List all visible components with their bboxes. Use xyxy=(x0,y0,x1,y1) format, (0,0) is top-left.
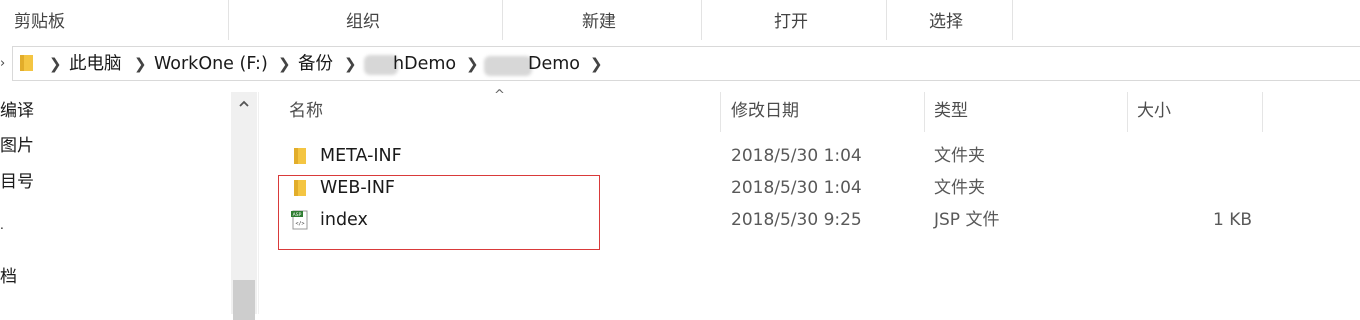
navigation-pane: 编译 图片 目号 . 档 xyxy=(0,92,258,314)
file-type: 文件夹 xyxy=(934,146,985,166)
column-divider[interactable] xyxy=(1262,92,1263,132)
nav-item[interactable]: 目号 xyxy=(0,167,34,197)
column-header-date[interactable]: 修改日期 xyxy=(731,92,799,132)
file-size xyxy=(1142,140,1252,172)
column-divider[interactable] xyxy=(924,92,925,132)
address-bar[interactable]: › ❯ 此电脑 ❯ WorkOne (F:) ❯ 备份 ❯ hDemo ❯ De… xyxy=(0,42,1360,82)
breadcrumb-backup[interactable]: 备份 xyxy=(298,42,333,84)
column-header-name[interactable]: 名称 xyxy=(289,92,323,132)
file-row[interactable]: META-INF 2018/5/30 1:04 文件夹 xyxy=(282,140,1282,172)
nav-item[interactable]: 编译 xyxy=(0,96,34,126)
file-size xyxy=(1142,172,1252,204)
redacted-blur xyxy=(484,56,532,76)
nav-item[interactable]: 图片 xyxy=(0,131,34,161)
ribbon-divider xyxy=(502,0,503,40)
file-type: 文件夹 xyxy=(934,178,985,198)
file-size: 1 KB xyxy=(1212,210,1252,230)
breadcrumb-chevron-icon[interactable]: ❯ xyxy=(590,42,603,84)
ribbon-divider xyxy=(228,0,229,40)
column-header-size[interactable]: 大小 xyxy=(1137,92,1171,132)
ribbon-group-open[interactable]: 打开 xyxy=(774,0,808,40)
sort-up-icon: ^ xyxy=(494,88,505,103)
breadcrumb-chevron-icon[interactable]: ❯ xyxy=(466,42,479,84)
ribbon-divider xyxy=(1012,0,1013,40)
file-date: 2018/5/30 1:04 xyxy=(731,146,862,166)
highlight-annotation xyxy=(278,175,600,250)
column-divider[interactable] xyxy=(1127,92,1128,132)
scrollbar-thumb[interactable] xyxy=(233,280,255,320)
nav-item[interactable]: 档 xyxy=(0,262,17,292)
file-type: JSP 文件 xyxy=(934,210,1000,230)
breadcrumb-this-pc[interactable]: 此电脑 xyxy=(69,42,122,84)
breadcrumb-current-folder[interactable]: Demo xyxy=(528,42,580,84)
breadcrumb-drive[interactable]: WorkOne (F:) xyxy=(154,42,268,84)
ribbon-group-select[interactable]: 选择 xyxy=(929,0,963,40)
pane-divider xyxy=(258,92,259,314)
nav-item[interactable]: . xyxy=(0,210,4,240)
nav-scrollbar[interactable] xyxy=(231,92,257,320)
breadcrumb-chevron-icon[interactable]: ❯ xyxy=(49,42,62,84)
nav-left-chevron-icon: › xyxy=(0,56,6,71)
column-divider[interactable] xyxy=(720,92,721,132)
ribbon-group-organize[interactable]: 组织 xyxy=(346,0,380,40)
ribbon-divider xyxy=(886,0,887,40)
scroll-up-icon[interactable] xyxy=(238,98,250,110)
breadcrumb-chevron-icon[interactable]: ❯ xyxy=(344,42,357,84)
ribbon-group-clipboard[interactable]: 剪贴板 xyxy=(14,0,65,40)
ribbon-divider xyxy=(701,0,702,40)
folder-icon xyxy=(20,55,33,71)
file-date: 2018/5/30 1:04 xyxy=(731,178,862,198)
ribbon-group-new[interactable]: 新建 xyxy=(582,0,616,40)
breadcrumb-project-folder[interactable]: hDemo xyxy=(393,42,456,84)
breadcrumb-chevron-icon[interactable]: ❯ xyxy=(134,42,147,84)
folder-icon xyxy=(294,148,306,164)
file-name[interactable]: META-INF xyxy=(320,140,402,172)
breadcrumb-chevron-icon[interactable]: ❯ xyxy=(278,42,291,84)
file-date: 2018/5/30 9:25 xyxy=(731,210,862,230)
column-header-type[interactable]: 类型 xyxy=(934,92,968,132)
ribbon-group-labels: 剪贴板 组织 新建 打开 选择 xyxy=(0,0,1360,40)
